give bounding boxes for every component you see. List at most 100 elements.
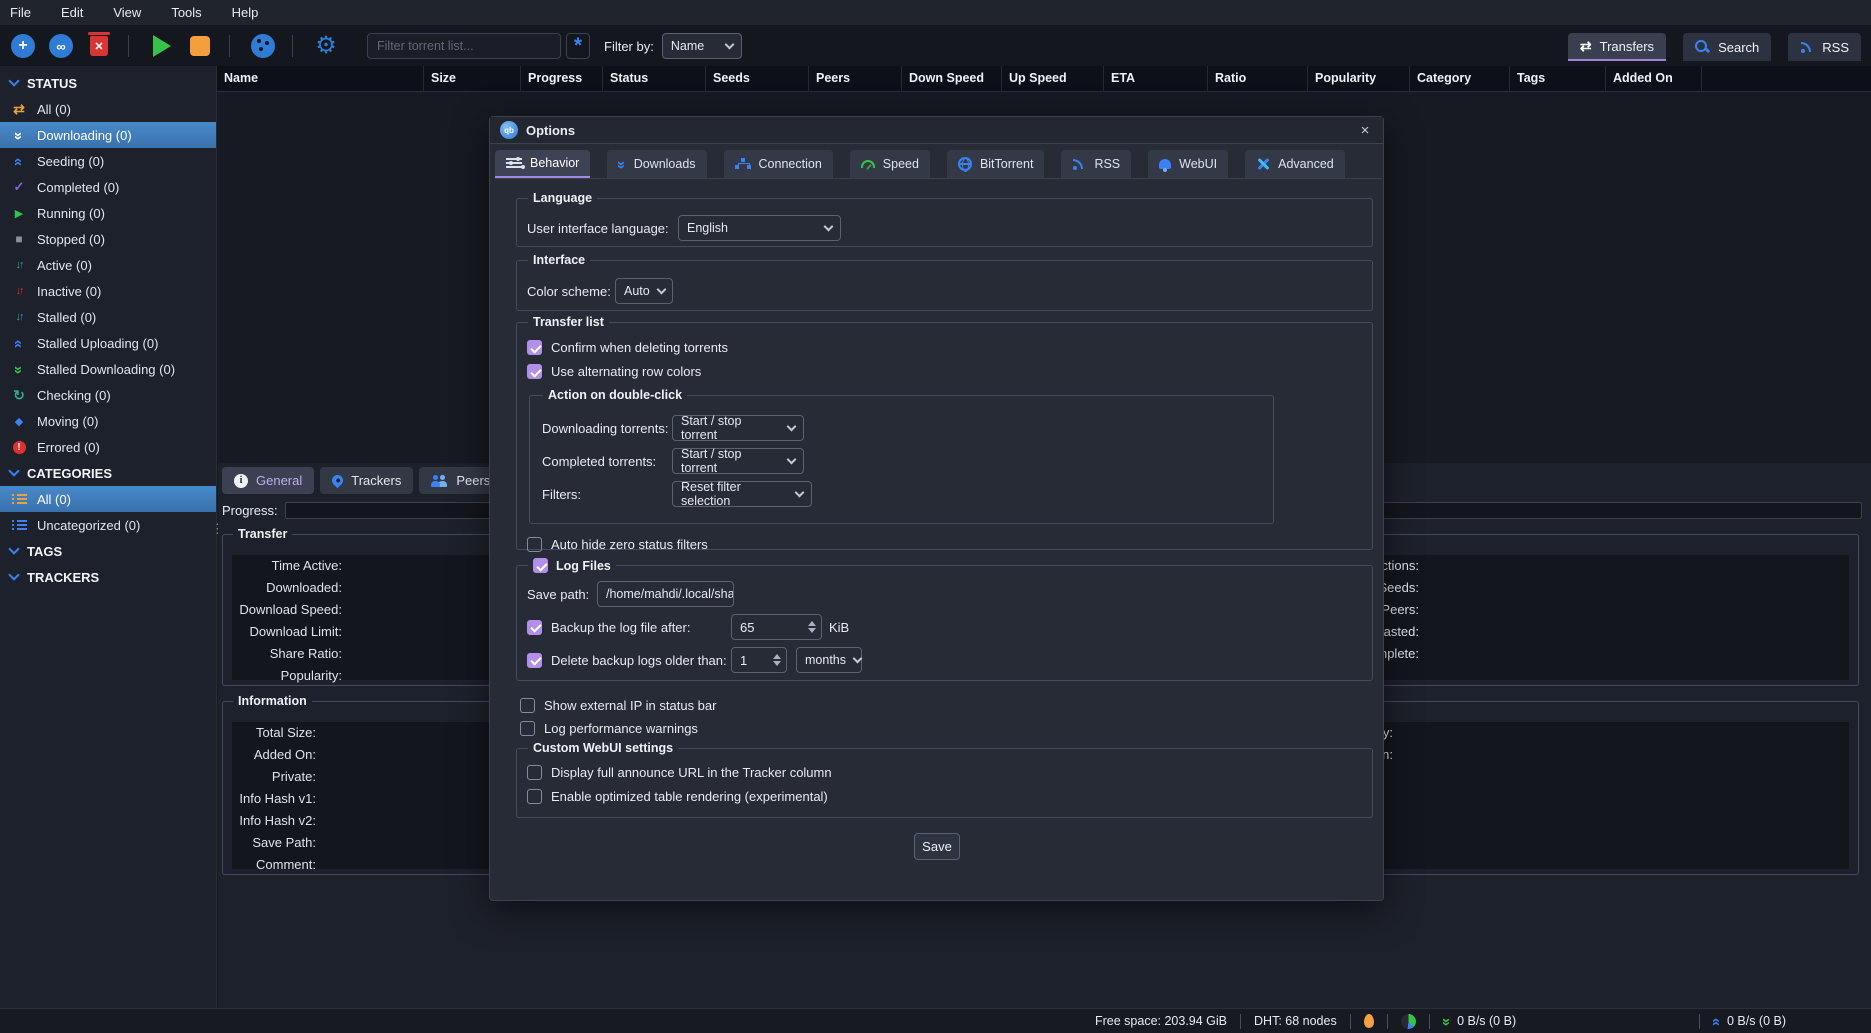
tab-speed[interactable]: Speed xyxy=(850,150,930,178)
menu-help[interactable]: Help xyxy=(232,5,259,20)
filter-by-label: Filter by: xyxy=(604,39,654,54)
trackers-section-header[interactable]: TRACKERS xyxy=(0,564,216,590)
sidebar-item-uncategorized[interactable]: Uncategorized (0) xyxy=(0,512,216,538)
filters-select[interactable]: Reset filter selection xyxy=(672,481,812,507)
delete-backup-unit-select[interactable]: months xyxy=(796,647,862,673)
sidebar-item-stopped[interactable]: ■Stopped (0) xyxy=(0,226,216,252)
tab-rss-options[interactable]: RSS xyxy=(1061,150,1131,178)
status-section-header[interactable]: STATUS xyxy=(0,70,216,96)
save-path-input[interactable]: /home/mahdi/.local/share/qBit xyxy=(597,581,734,607)
sidebar-item-active[interactable]: ↓↑Active (0) xyxy=(0,252,216,278)
alternating-rows-checkbox[interactable] xyxy=(527,364,542,379)
tab-advanced[interactable]: Advanced xyxy=(1245,150,1345,178)
theme-button[interactable] xyxy=(248,31,278,61)
menu-view[interactable]: View xyxy=(113,5,141,20)
download-speed-label: Download Speed: xyxy=(232,599,342,621)
sidebar-item-category-all[interactable]: All (0) xyxy=(0,486,216,512)
sidebar-item-seeding[interactable]: «Seeding (0) xyxy=(0,148,216,174)
upload-speed-status[interactable]: « 0 B/s (0 B) xyxy=(1713,1014,1786,1029)
sidebar-item-checking[interactable]: ↻Checking (0) xyxy=(0,382,216,408)
delete-backup-checkbox[interactable] xyxy=(527,653,542,668)
tab-webui[interactable]: WebUI xyxy=(1148,150,1228,178)
tab-search[interactable]: Search xyxy=(1683,33,1771,61)
filter-by-select[interactable]: Name xyxy=(662,33,742,59)
rss-icon xyxy=(1800,40,1814,54)
sidebar-item-moving[interactable]: ◆Moving (0) xyxy=(0,408,216,434)
column-category[interactable]: Category xyxy=(1410,66,1510,92)
column-up-speed[interactable]: Up Speed xyxy=(1002,66,1104,92)
sidebar-item-stalled-uploading[interactable]: «Stalled Uploading (0) xyxy=(0,330,216,356)
external-ip-checkbox[interactable] xyxy=(520,698,535,713)
column-popularity[interactable]: Popularity xyxy=(1308,66,1410,92)
menu-edit[interactable]: Edit xyxy=(61,5,83,20)
link-icon: ∞ xyxy=(49,34,73,58)
tab-general[interactable]: iGeneral xyxy=(222,467,314,494)
flame-icon[interactable] xyxy=(1364,1014,1374,1028)
column-tags[interactable]: Tags xyxy=(1510,66,1606,92)
spinner-icon[interactable] xyxy=(773,654,781,666)
connection-status-icon[interactable] xyxy=(1401,1014,1416,1029)
column-ratio[interactable]: Ratio xyxy=(1208,66,1308,92)
column-eta[interactable]: ETA xyxy=(1104,66,1208,92)
chevron-down-icon xyxy=(787,455,797,465)
tab-behavior[interactable]: Behavior xyxy=(495,150,590,178)
save-button[interactable]: Save xyxy=(914,833,960,860)
optimized-table-checkbox[interactable] xyxy=(527,789,542,804)
log-files-checkbox[interactable] xyxy=(533,558,548,573)
sidebar-item-completed[interactable]: ✓Completed (0) xyxy=(0,174,216,200)
sidebar-item-downloading[interactable]: »Downloading (0) xyxy=(0,122,216,148)
add-torrent-link-button[interactable]: ∞ xyxy=(46,31,76,61)
color-scheme-select[interactable]: Auto xyxy=(615,278,673,304)
backup-log-checkbox[interactable] xyxy=(527,620,542,635)
delete-torrent-button[interactable]: ✕ xyxy=(84,31,114,61)
language-select[interactable]: English xyxy=(678,215,841,241)
sidebar-item-running[interactable]: ▶Running (0) xyxy=(0,200,216,226)
full-announce-checkbox[interactable] xyxy=(527,765,542,780)
column-down-speed[interactable]: Down Speed xyxy=(902,66,1002,92)
completed-torrents-select[interactable]: Start / stop torrent xyxy=(672,448,804,474)
download-speed-status[interactable]: » 0 B/s (0 B) xyxy=(1443,1014,1516,1029)
tab-connection[interactable]: Connection xyxy=(724,150,833,178)
tab-transfers[interactable]: ⇄ Transfers xyxy=(1568,33,1666,61)
tab-rss[interactable]: RSS xyxy=(1788,33,1861,61)
column-added-on[interactable]: Added On xyxy=(1606,66,1702,92)
download-limit-label: Download Limit: xyxy=(232,621,342,643)
auto-hide-filters-checkbox[interactable] xyxy=(527,537,542,552)
column-seeds[interactable]: Seeds xyxy=(706,66,809,92)
spinner-icon[interactable] xyxy=(808,621,816,633)
dht-nodes[interactable]: DHT: 68 nodes xyxy=(1254,1014,1337,1028)
stop-torrent-button[interactable] xyxy=(185,31,215,61)
menu-file[interactable]: File xyxy=(10,5,31,20)
close-icon[interactable]: × xyxy=(1355,120,1375,140)
sidebar-item-inactive[interactable]: ↓↑Inactive (0) xyxy=(0,278,216,304)
perf-warnings-checkbox[interactable] xyxy=(520,721,535,736)
categories-section-header[interactable]: CATEGORIES xyxy=(0,460,216,486)
dialog-title-bar[interactable]: qb Options xyxy=(490,117,1383,144)
delete-backup-count-input[interactable]: 1 xyxy=(731,647,787,673)
sidebar-item-errored[interactable]: !Errored (0) xyxy=(0,434,216,460)
filter-pattern-button[interactable]: * xyxy=(566,33,590,59)
tab-downloads[interactable]: »Downloads xyxy=(607,150,706,178)
confirm-delete-checkbox[interactable] xyxy=(527,340,542,355)
backup-size-input[interactable]: 65 xyxy=(731,614,822,640)
filter-torrent-input[interactable] xyxy=(367,33,561,59)
sidebar-item-stalled[interactable]: ↓↑Stalled (0) xyxy=(0,304,216,330)
tags-section-header[interactable]: TAGS xyxy=(0,538,216,564)
sidebar-item-all[interactable]: ⇄All (0) xyxy=(0,96,216,122)
column-name[interactable]: Name xyxy=(217,66,424,92)
sidebar-item-stalled-downloading[interactable]: »Stalled Downloading (0) xyxy=(0,356,216,382)
downloading-torrents-select[interactable]: Start / stop torrent xyxy=(672,415,804,441)
column-peers[interactable]: Peers xyxy=(809,66,902,92)
preferences-button[interactable]: ⚙ xyxy=(311,31,341,61)
menu-tools[interactable]: Tools xyxy=(171,5,201,20)
popularity-label: Popularity: xyxy=(232,665,342,687)
column-size[interactable]: Size xyxy=(424,66,521,92)
column-status[interactable]: Status xyxy=(603,66,706,92)
column-progress[interactable]: Progress xyxy=(521,66,603,92)
play-icon xyxy=(153,35,171,57)
tab-bittorrent[interactable]: BitTorrent xyxy=(947,150,1045,178)
tab-trackers[interactable]: Trackers xyxy=(320,467,413,494)
add-torrent-file-button[interactable]: + xyxy=(8,31,38,61)
start-torrent-button[interactable] xyxy=(147,31,177,61)
language-label: User interface language: xyxy=(527,221,678,236)
